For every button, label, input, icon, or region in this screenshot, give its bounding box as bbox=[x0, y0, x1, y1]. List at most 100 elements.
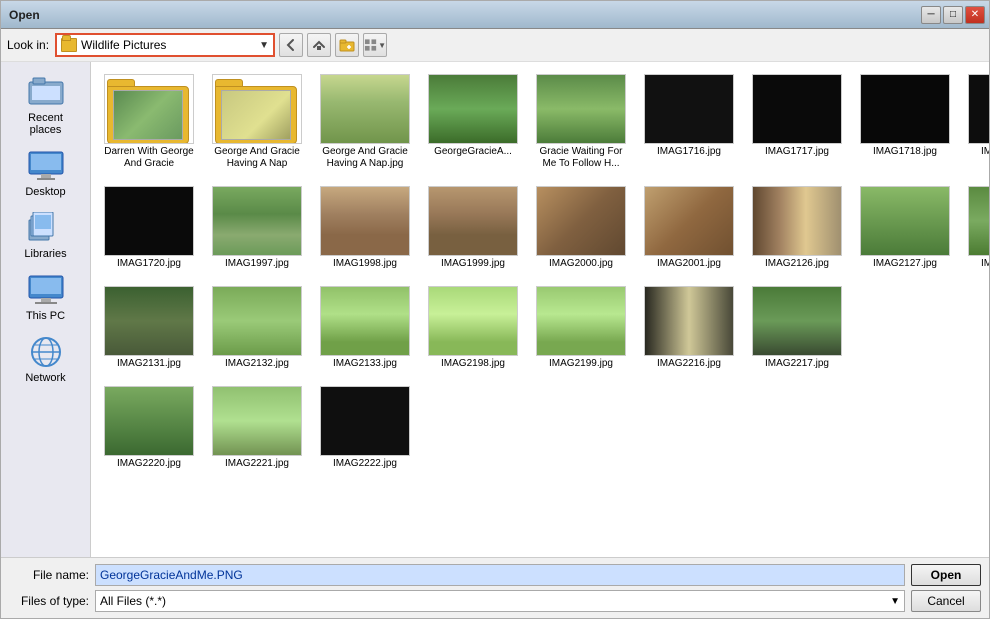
new-folder-button[interactable] bbox=[335, 33, 359, 57]
list-item[interactable]: IMAG2127.jpg bbox=[855, 182, 955, 274]
sidebar-item-label-network: Network bbox=[25, 372, 65, 384]
file-name: IMAG1716.jpg bbox=[657, 146, 721, 158]
sidebar-item-libraries[interactable]: Libraries bbox=[8, 206, 84, 264]
file-name: IMAG2199.jpg bbox=[549, 358, 613, 370]
list-item[interactable]: IMAG2222.jpg bbox=[315, 382, 415, 474]
window-controls: ─ □ ✕ bbox=[921, 6, 985, 24]
toolbar: Look in: Wildlife Pictures ▼ bbox=[1, 29, 989, 62]
filetype-label: Files of type: bbox=[9, 594, 89, 608]
file-thumbnail bbox=[320, 186, 410, 256]
list-item[interactable]: IMAG2133.jpg bbox=[315, 282, 415, 374]
list-item[interactable]: IMAG2216.jpg bbox=[639, 282, 739, 374]
list-item[interactable]: Darren With George And Gracie bbox=[99, 70, 199, 174]
list-item[interactable]: IMAG2126.jpg bbox=[747, 182, 847, 274]
file-thumbnail bbox=[428, 286, 518, 356]
maximize-button[interactable]: □ bbox=[943, 6, 963, 24]
file-name: IMAG2126.jpg bbox=[765, 258, 829, 270]
list-item[interactable]: IMAG2131.jpg bbox=[99, 282, 199, 374]
sidebar-item-label-desktop: Desktop bbox=[25, 186, 65, 198]
dialog-title: Open bbox=[9, 8, 40, 22]
list-item[interactable]: IMAG2128.jpg bbox=[963, 182, 989, 274]
filename-row: File name: Open bbox=[9, 564, 981, 586]
network-icon bbox=[26, 334, 66, 370]
sidebar: Recent places Desktop bbox=[1, 62, 91, 557]
list-item[interactable]: Gracie Waiting For Me To Follow H... bbox=[531, 70, 631, 174]
filetype-value: All Files (*.*) bbox=[100, 594, 890, 608]
filename-input[interactable] bbox=[95, 564, 905, 586]
list-item[interactable]: IMAG1717.jpg bbox=[747, 70, 847, 174]
list-item[interactable]: IMAG2199.jpg bbox=[531, 282, 631, 374]
chevron-down-icon: ▼ bbox=[890, 596, 900, 607]
list-item[interactable]: IMAG1719.jpg bbox=[963, 70, 989, 174]
sidebar-item-network[interactable]: Network bbox=[8, 330, 84, 388]
list-item[interactable]: IMAG2221.jpg bbox=[207, 382, 307, 474]
minimize-button[interactable]: ─ bbox=[921, 6, 941, 24]
list-item[interactable]: IMAG2000.jpg bbox=[531, 182, 631, 274]
file-name: Darren With George And Gracie bbox=[103, 146, 195, 170]
look-in-dropdown[interactable]: Wildlife Pictures ▼ bbox=[55, 33, 275, 57]
title-bar: Open ─ □ ✕ bbox=[1, 1, 989, 29]
file-thumbnail bbox=[968, 74, 989, 144]
list-item[interactable]: IMAG1716.jpg bbox=[639, 70, 739, 174]
file-thumbnail bbox=[320, 286, 410, 356]
file-thumbnail bbox=[968, 186, 989, 256]
file-thumbnail bbox=[428, 74, 518, 144]
file-thumbnail bbox=[212, 286, 302, 356]
file-name: IMAG2220.jpg bbox=[117, 458, 181, 470]
file-name: IMAG2216.jpg bbox=[657, 358, 721, 370]
file-thumbnail bbox=[644, 186, 734, 256]
file-name: GeorgeGracieA... bbox=[434, 146, 512, 158]
new-folder-icon bbox=[339, 38, 355, 52]
file-name: IMAG1999.jpg bbox=[441, 258, 505, 270]
file-thumbnail bbox=[320, 74, 410, 144]
view-button[interactable]: ▼ bbox=[363, 33, 387, 57]
list-item[interactable]: IMAG1997.jpg bbox=[207, 182, 307, 274]
list-item[interactable]: George And Gracie Having A Nap bbox=[207, 70, 307, 174]
list-item[interactable]: IMAG1720.jpg bbox=[99, 182, 199, 274]
recent-icon bbox=[26, 74, 66, 110]
filetype-dropdown[interactable]: All Files (*.*) ▼ bbox=[95, 590, 905, 612]
cancel-button[interactable]: Cancel bbox=[911, 590, 981, 612]
file-thumbnail bbox=[536, 186, 626, 256]
file-name: IMAG1720.jpg bbox=[117, 258, 181, 270]
file-name: IMAG2217.jpg bbox=[765, 358, 829, 370]
list-item[interactable]: GeorgeGracieA... bbox=[423, 70, 523, 174]
list-item[interactable]: IMAG2132.jpg bbox=[207, 282, 307, 374]
view-dropdown-arrow: ▼ bbox=[378, 41, 386, 50]
open-dialog: Open ─ □ ✕ Look in: Wildlife Pictures ▼ bbox=[0, 0, 990, 619]
sidebar-item-thispc[interactable]: This PC bbox=[8, 268, 84, 326]
file-thumbnail bbox=[860, 74, 950, 144]
file-thumbnail bbox=[212, 74, 302, 144]
up-button[interactable] bbox=[307, 33, 331, 57]
file-thumbnail bbox=[104, 74, 194, 144]
libraries-icon bbox=[26, 210, 66, 246]
file-thumbnail bbox=[320, 386, 410, 456]
back-button[interactable] bbox=[279, 33, 303, 57]
list-item[interactable]: IMAG2217.jpg bbox=[747, 282, 847, 374]
close-button[interactable]: ✕ bbox=[965, 6, 985, 24]
sidebar-item-label-thispc: This PC bbox=[26, 310, 65, 322]
view-icon bbox=[364, 38, 377, 52]
open-button[interactable]: Open bbox=[911, 564, 981, 586]
file-thumbnail bbox=[644, 286, 734, 356]
sidebar-item-label-recent: Recent places bbox=[12, 112, 80, 136]
list-item[interactable]: George And Gracie Having A Nap.jpg bbox=[315, 70, 415, 174]
list-item[interactable]: IMAG2220.jpg bbox=[99, 382, 199, 474]
file-name: IMAG1997.jpg bbox=[225, 258, 289, 270]
list-item[interactable]: IMAG1998.jpg bbox=[315, 182, 415, 274]
file-name: George And Gracie Having A Nap.jpg bbox=[319, 146, 411, 170]
list-item[interactable]: IMAG2198.jpg bbox=[423, 282, 523, 374]
list-item[interactable]: IMAG1718.jpg bbox=[855, 70, 955, 174]
sidebar-item-desktop[interactable]: Desktop bbox=[8, 144, 84, 202]
filename-label: File name: bbox=[9, 568, 89, 582]
file-name: IMAG2132.jpg bbox=[225, 358, 289, 370]
file-name: IMAG2128.jpg bbox=[981, 258, 989, 270]
file-name: IMAG1998.jpg bbox=[333, 258, 397, 270]
up-icon bbox=[312, 38, 326, 52]
file-thumbnail bbox=[536, 74, 626, 144]
list-item[interactable]: IMAG2001.jpg bbox=[639, 182, 739, 274]
list-item[interactable]: IMAG1999.jpg bbox=[423, 182, 523, 274]
file-thumbnail bbox=[752, 286, 842, 356]
file-grid-container[interactable]: Darren With George And Gracie George And… bbox=[91, 62, 989, 557]
sidebar-item-recent[interactable]: Recent places bbox=[8, 70, 84, 140]
